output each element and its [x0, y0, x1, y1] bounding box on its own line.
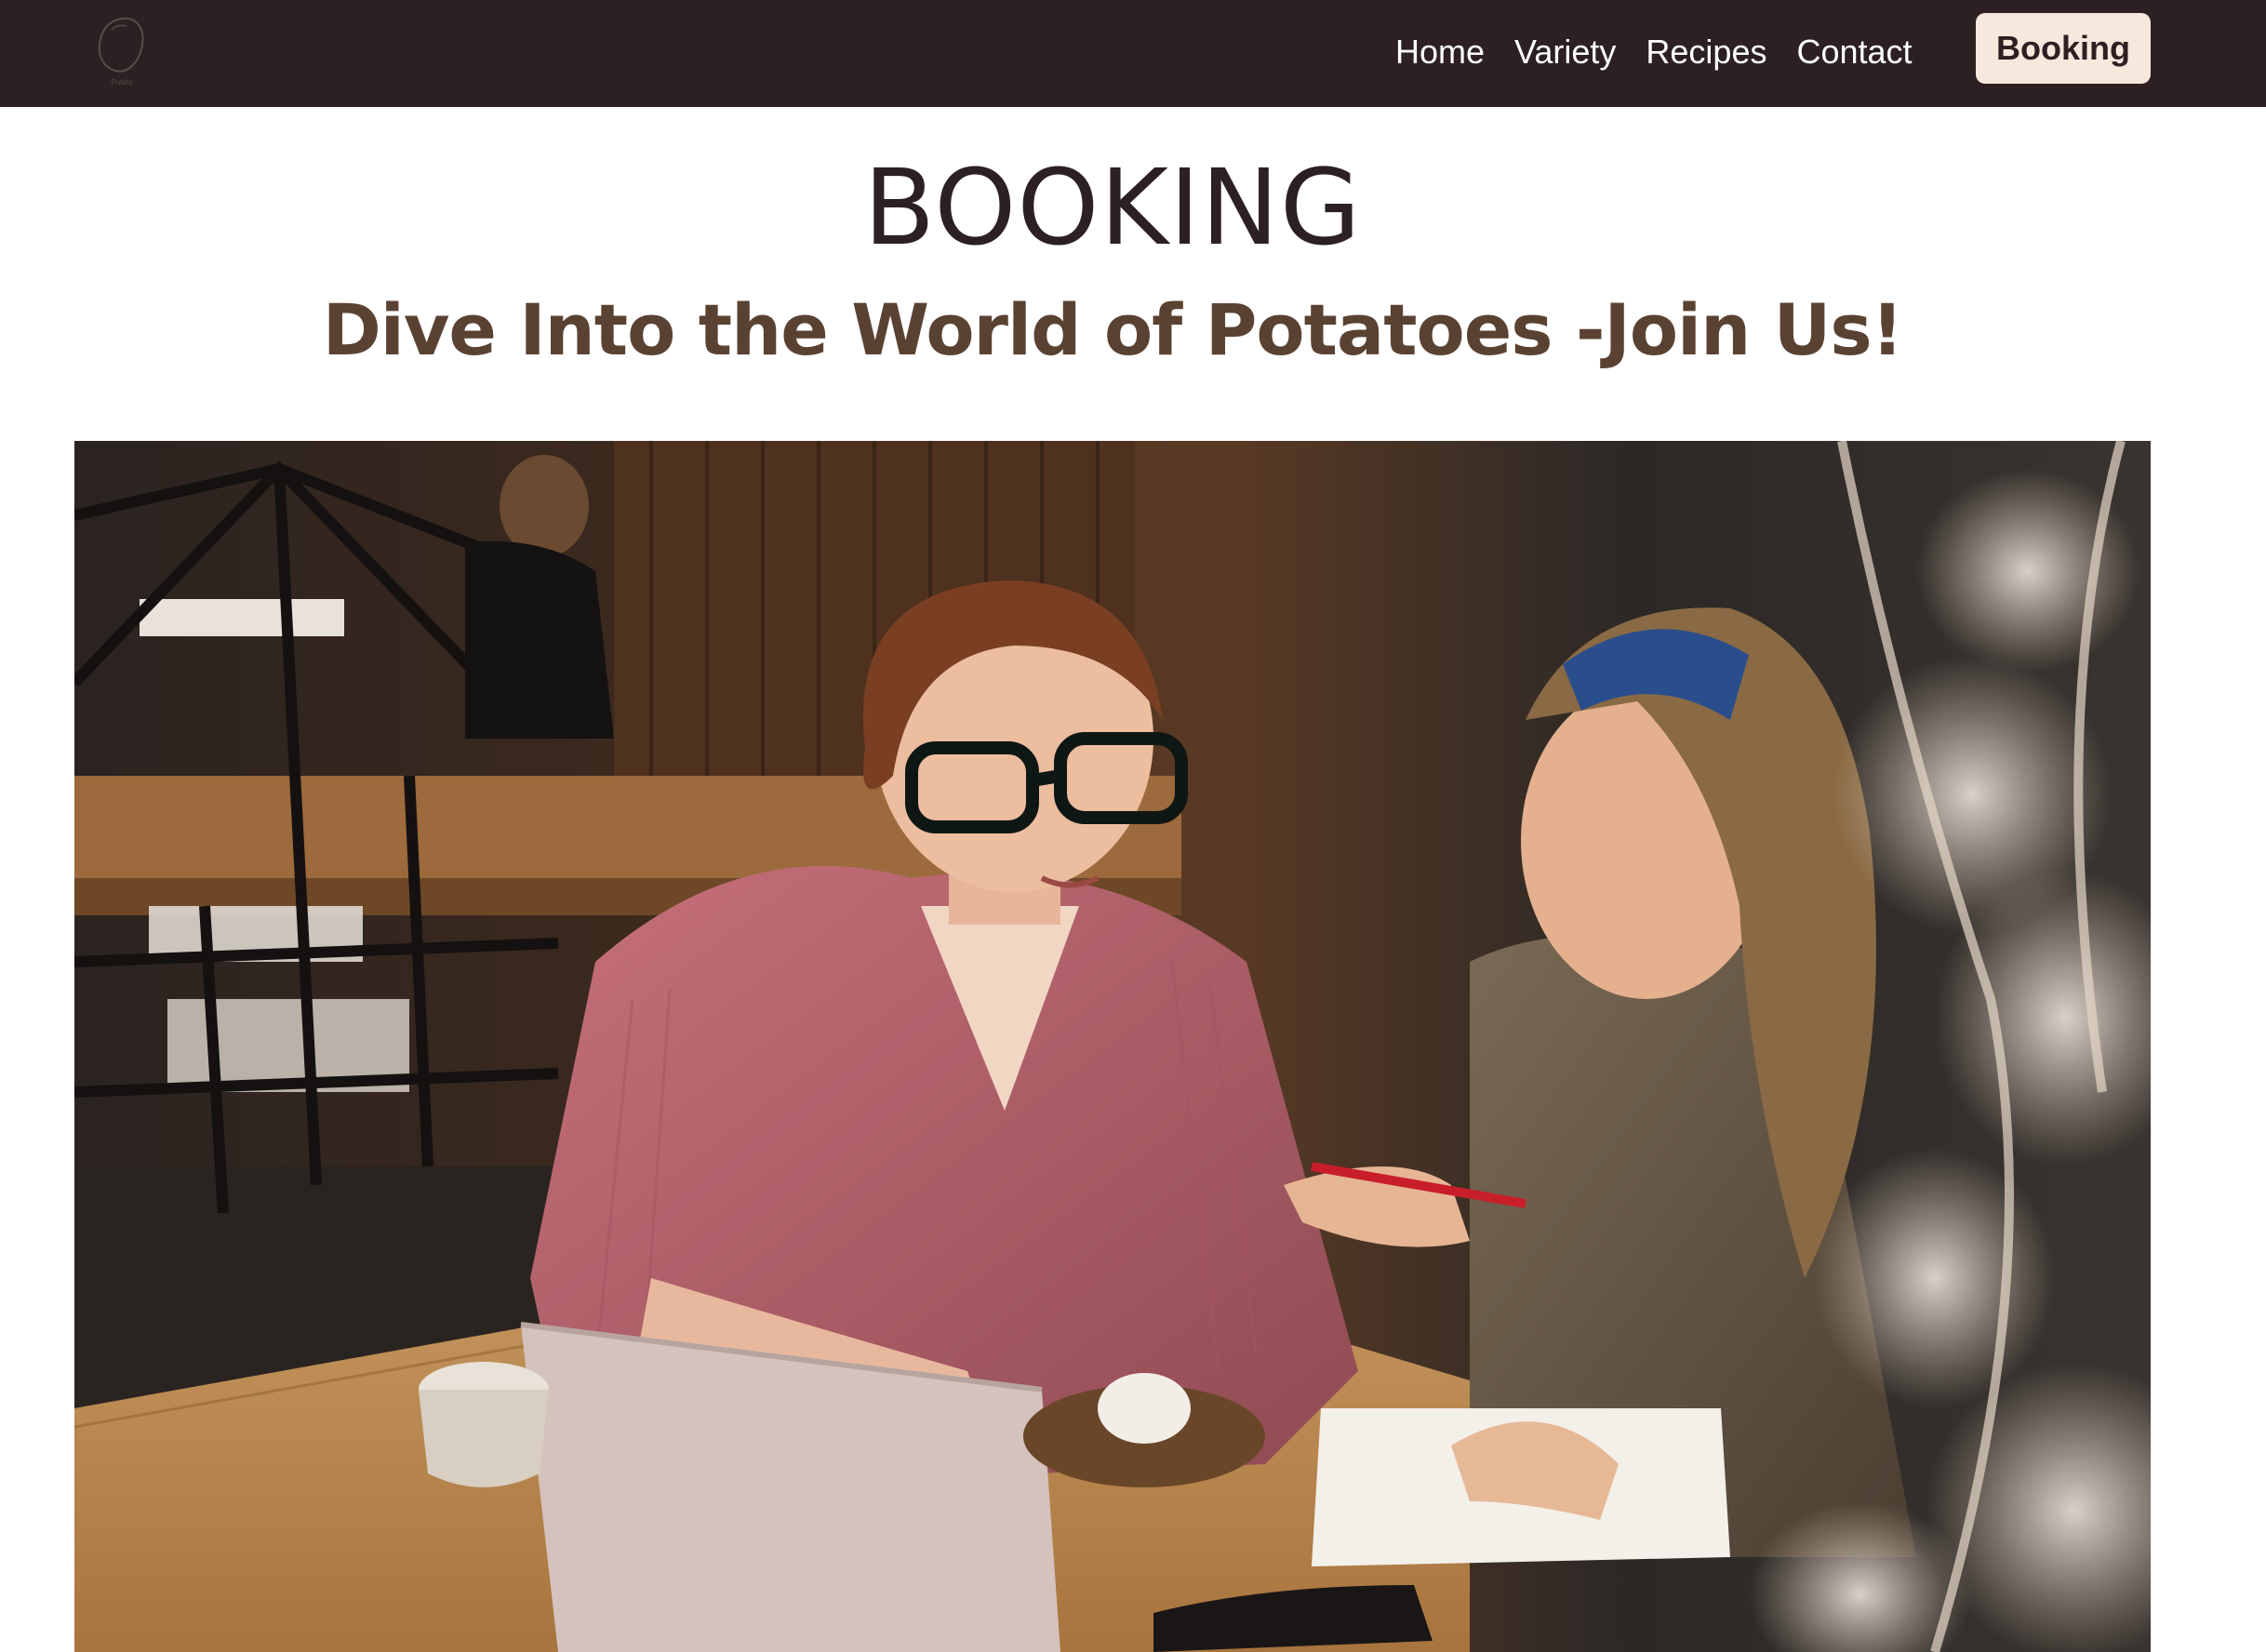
photo-two-women-at-cafe-table-icon [74, 441, 2151, 1652]
logo-text: Potato [111, 78, 133, 87]
nav-item-home[interactable]: Home [1395, 33, 1485, 72]
top-navbar: Potato Home Variety Recipes Contact Book… [0, 0, 2266, 107]
main-nav: Home Variety Recipes Contact [1395, 0, 1913, 104]
nav-item-contact[interactable]: Contact [1796, 33, 1912, 72]
booking-button[interactable]: Booking [1976, 13, 2151, 84]
potato-logo-icon[interactable]: Potato [91, 13, 153, 87]
nav-item-recipes[interactable]: Recipes [1646, 33, 1766, 72]
hero-photo [74, 441, 2151, 1652]
page-title: BOOKING [863, 148, 1362, 269]
page-subtitle: Dive Into the World of Potatoes -Join Us… [322, 288, 1904, 371]
nav-item-variety[interactable]: Variety [1514, 33, 1616, 72]
